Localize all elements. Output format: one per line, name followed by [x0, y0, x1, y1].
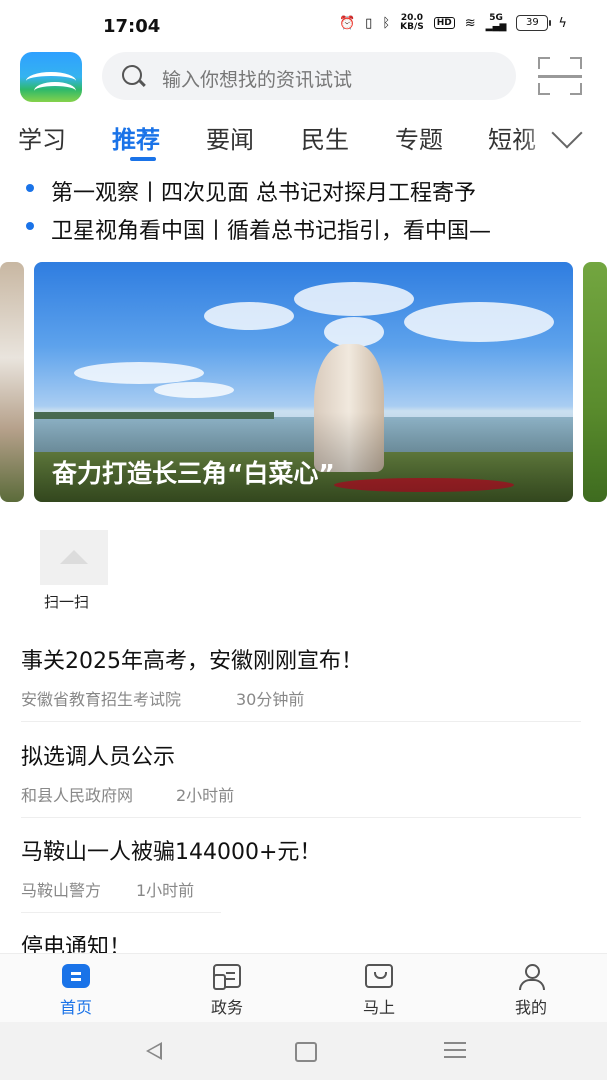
scan-corner — [538, 83, 550, 95]
cloud — [204, 302, 294, 330]
bullet-dot — [26, 222, 34, 230]
back-icon[interactable] — [146, 1042, 162, 1060]
net-speed: 20.0 KB/S — [400, 14, 424, 32]
scan-icon[interactable] — [538, 57, 582, 95]
signal-icon: 5G ▂▄▆ — [485, 13, 507, 32]
news-source: 安徽省教育招生考试院 — [21, 690, 182, 709]
cloud — [154, 382, 234, 398]
news-source: 马鞍山警方 — [21, 881, 102, 900]
carousel-caption: 奋力打造长三角“白菜心” — [52, 459, 335, 488]
news-time: 2小时前 — [176, 786, 235, 805]
status-time: 17:04 — [103, 16, 161, 37]
cloud — [324, 317, 384, 347]
scan-corner — [570, 83, 582, 95]
alarm-icon: ⏰ — [338, 15, 356, 31]
bullet-dot — [26, 184, 34, 192]
headline-text: 第一观察丨四次见面 总书记对探月工程寄予 — [51, 181, 476, 206]
nav-label: 政务 — [210, 998, 243, 1017]
nav-mashang[interactable]: 马上 — [329, 954, 429, 1022]
search-placeholder: 输入你想找的资讯试试 — [162, 69, 353, 91]
cloud — [294, 282, 414, 316]
news-time: 1小时前 — [136, 881, 195, 900]
nav-home[interactable]: 首页 — [26, 954, 126, 1022]
scan-entry-label: 扫一扫 — [44, 593, 90, 611]
nav-label: 马上 — [362, 998, 395, 1017]
news-title: 事关2025年高考，安徽刚刚宣布！ — [21, 649, 363, 674]
news-source: 和县人民政府网 — [21, 786, 134, 805]
carousel-slide[interactable]: 奋力打造长三角“白菜心” — [34, 262, 573, 502]
bluetooth-icon: ᛒ — [382, 15, 391, 31]
nav-profile[interactable]: 我的 — [481, 954, 581, 1022]
news-title: 马鞍山一人被骗144000+元！ — [21, 840, 322, 865]
bottom-nav: 首页 政务 马上 我的 — [0, 953, 607, 1022]
search-input[interactable]: 输入你想找的资讯试试 — [102, 52, 516, 100]
scan-corner — [538, 57, 550, 69]
tab-news[interactable]: 要闻 — [206, 120, 254, 155]
battery-icon: 39 — [516, 15, 552, 31]
divider — [21, 721, 581, 722]
nav-label: 我的 — [514, 998, 547, 1017]
channel-tabs: 学习 推荐 要闻 民生 专题 短视 — [0, 112, 607, 166]
cloud — [74, 362, 204, 384]
search-icon — [122, 65, 142, 85]
message-icon — [365, 964, 393, 988]
signal-label: 5G — [489, 13, 503, 23]
battery-level: 39 — [526, 17, 539, 28]
carousel-prev-slide[interactable] — [0, 262, 24, 502]
tab-livelihood[interactable]: 民生 — [301, 120, 349, 155]
government-icon — [213, 964, 241, 990]
scan-line — [538, 75, 582, 78]
header: 输入你想找的资讯试试 — [0, 52, 607, 110]
divider — [21, 817, 581, 818]
scan-entry[interactable]: 扫一扫 — [40, 530, 110, 611]
net-speed-unit: KB/S — [400, 22, 424, 32]
status-bar: 17:04 ⏰ ▯ ᛒ 20.0 KB/S HD ≋ 5G ▂▄▆ 39 ϟ — [0, 0, 607, 52]
headline-item[interactable]: 第一观察丨四次见面 总书记对探月工程寄予 — [0, 172, 607, 208]
scan-corner — [570, 57, 582, 69]
home-icon — [62, 964, 90, 988]
active-tab-indicator — [130, 157, 156, 161]
logo-wave — [34, 82, 76, 100]
image-placeholder-icon — [40, 530, 108, 585]
nav-label: 首页 — [59, 998, 92, 1017]
status-icons: ⏰ ▯ ᛒ 20.0 KB/S HD ≋ 5G ▂▄▆ 39 ϟ — [339, 14, 567, 32]
charging-icon: ϟ — [558, 15, 567, 31]
app-logo[interactable] — [20, 52, 82, 102]
news-title: 拟选调人员公示 — [21, 745, 176, 770]
cloud — [404, 302, 554, 342]
news-time: 30分钟前 — [236, 690, 305, 709]
home-button-icon[interactable] — [295, 1042, 317, 1062]
headline-item[interactable]: 卫星视角看中国丨循着总书记指引，看中国— — [0, 210, 607, 246]
divider — [21, 912, 221, 913]
system-nav-bar — [0, 1022, 607, 1080]
wifi-icon: ≋ — [464, 15, 476, 31]
nav-government[interactable]: 政务 — [177, 954, 277, 1022]
tab-recommend[interactable]: 推荐 — [112, 120, 160, 155]
profile-icon — [517, 964, 545, 990]
vibrate-icon: ▯ — [365, 15, 373, 31]
headline-text: 卫星视角看中国丨循着总书记指引，看中国— — [51, 219, 492, 244]
banner-carousel: 奋力打造长三角“白菜心” — [0, 262, 607, 504]
tab-topics[interactable]: 专题 — [395, 120, 443, 155]
hd-icon: HD — [433, 17, 455, 29]
tab-study[interactable]: 学习 — [18, 120, 66, 155]
carousel-next-slide[interactable] — [583, 262, 607, 502]
menu-icon[interactable] — [444, 1042, 466, 1044]
